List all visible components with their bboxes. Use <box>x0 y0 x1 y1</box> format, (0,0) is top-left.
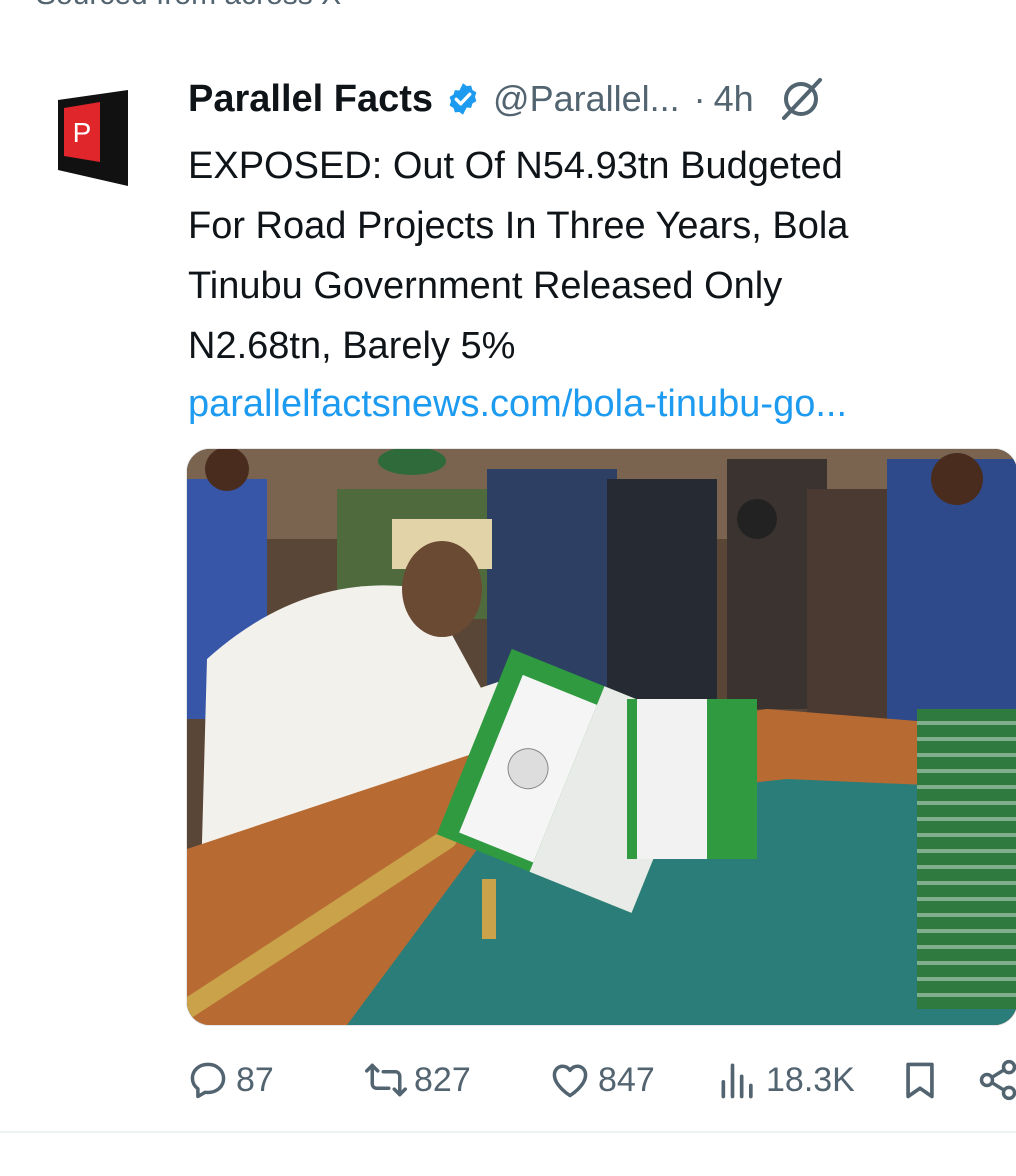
like-count: 847 <box>598 1060 655 1099</box>
post-header: Parallel Facts @Parallel... · 4h <box>188 74 826 124</box>
author-avatar[interactable]: P <box>58 90 136 186</box>
post-time[interactable]: 4h <box>714 78 754 120</box>
views-button[interactable]: 18.3K <box>716 1050 855 1110</box>
top-clipped-text: Sourced from across X <box>36 0 341 12</box>
share-icon <box>979 1059 1016 1101</box>
author-handle[interactable]: @Parallel... <box>493 78 680 120</box>
like-button[interactable]: 847 <box>548 1050 655 1110</box>
author-name[interactable]: Parallel Facts <box>188 78 433 121</box>
parallel-facts-logo-icon: P <box>58 90 128 186</box>
budget-presentation-photo <box>187 449 1016 1025</box>
reply-count: 87 <box>236 1060 274 1099</box>
post-text-line: EXPOSED: Out Of N54.93tn Budgeted <box>188 145 843 187</box>
separator-dot: · <box>693 78 706 119</box>
post-link[interactable]: parallelfactsnews.com/bola-tinubu-go... <box>188 376 1016 432</box>
bookmark-icon <box>906 1062 934 1099</box>
svg-text:P: P <box>73 117 92 148</box>
reply-button[interactable]: 87 <box>186 1050 274 1110</box>
post-image[interactable] <box>186 448 1016 1026</box>
views-count: 18.3K <box>766 1060 855 1099</box>
repost-icon <box>365 1063 407 1097</box>
post-divider <box>0 1131 1016 1133</box>
repost-count: 827 <box>414 1060 471 1099</box>
verified-badge-icon <box>449 83 477 115</box>
post-text-line: Tinubu Government Released Only <box>188 265 783 307</box>
views-icon <box>721 1063 753 1099</box>
like-icon <box>552 1064 588 1098</box>
post-actions: 87 827 847 18.3K <box>186 1050 1016 1110</box>
share-button[interactable] <box>976 1050 1016 1110</box>
post-text: EXPOSED: Out Of N54.93tn Budgeted For Ro… <box>188 136 988 376</box>
bookmark-button[interactable] <box>898 1050 948 1110</box>
reply-icon <box>190 1062 226 1099</box>
repost-button[interactable]: 827 <box>364 1050 471 1110</box>
post-text-line: For Road Projects In Three Years, Bola <box>188 205 849 247</box>
post-text-line: N2.68tn, Barely 5% <box>188 325 516 367</box>
grok-icon[interactable] <box>776 74 826 124</box>
